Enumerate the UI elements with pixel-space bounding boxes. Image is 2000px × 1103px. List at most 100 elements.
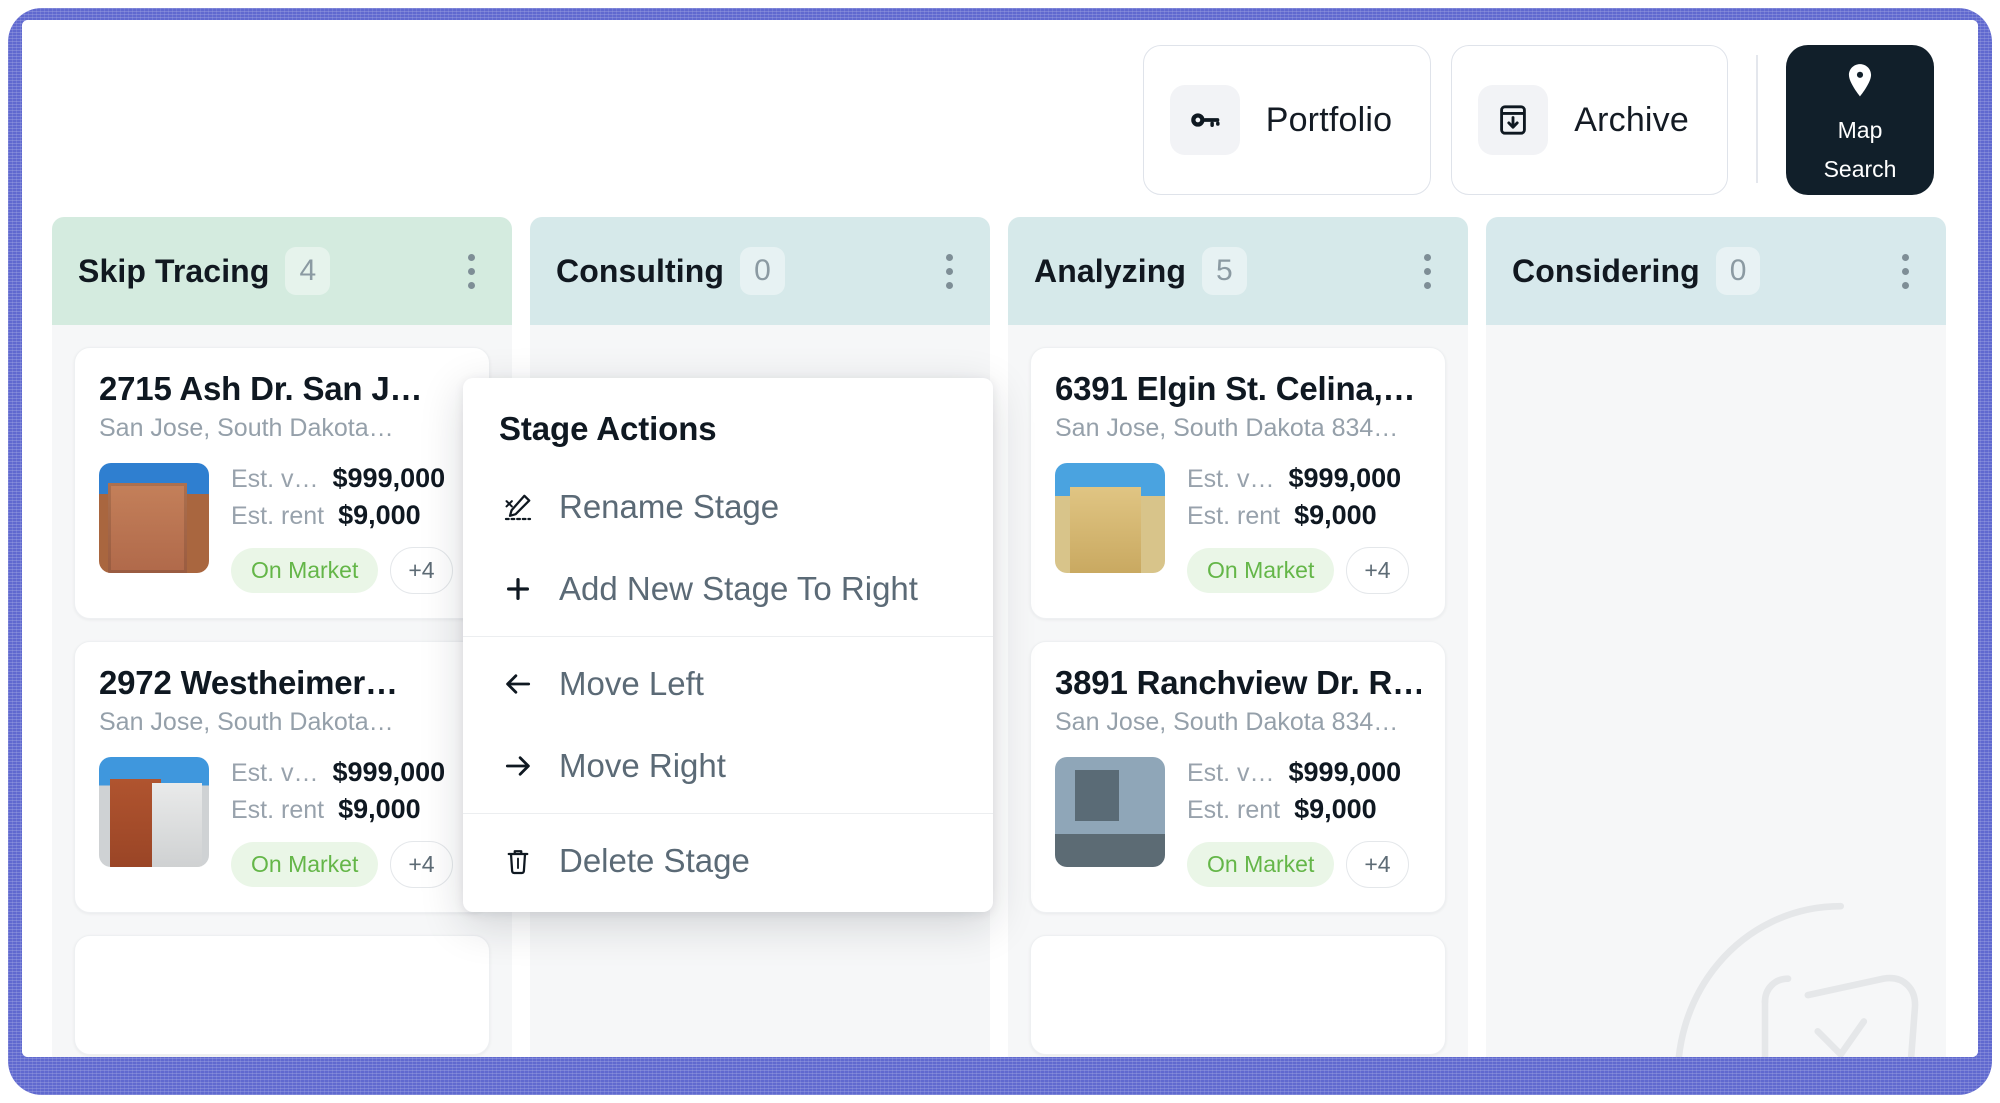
kanban-board: Skip Tracing 4 2715 Ash Dr. San J… San J… (22, 217, 1978, 1057)
property-card[interactable]: 2972 Westheimer… San Jose, South Dakota…… (74, 641, 490, 913)
est-value-label: Est. v… (231, 759, 319, 787)
est-value-label: Est. v… (231, 465, 319, 493)
est-rent: $9,000 (1294, 794, 1377, 824)
column-cards (1486, 325, 1946, 1057)
property-card[interactable]: 6391 Elgin St. Celina,… San Jose, South … (1030, 347, 1446, 619)
property-card-partial[interactable] (74, 935, 490, 1055)
est-rent-label: Est. rent (1187, 796, 1281, 824)
card-location: San Jose, South Dakota 834… (1055, 708, 1399, 736)
property-thumbnail (1055, 463, 1165, 573)
card-badges: On Market +4 (1187, 841, 1421, 888)
est-rent: $9,000 (338, 500, 421, 530)
archive-button[interactable]: Archive (1451, 45, 1728, 195)
menu-item-delete-stage[interactable]: Delete Stage (463, 820, 993, 902)
map-search-label-line2: Search (1823, 155, 1897, 182)
portfolio-label: Portfolio (1265, 100, 1393, 139)
board-column-considering: Considering 0 (1486, 217, 1946, 1057)
column-cards: 2715 Ash Dr. San J… San Jose, South Dako… (52, 325, 512, 1057)
arrow-left-icon (499, 668, 537, 700)
empty-state-watermark-icon (1675, 902, 1919, 1057)
top-toolbar: Portfolio Archive Map Search (22, 20, 1978, 217)
card-location: San Jose, South Dakota… (99, 414, 394, 442)
column-menu-icon[interactable] (1888, 249, 1922, 293)
more-badges-badge[interactable]: +4 (390, 841, 453, 888)
property-thumbnail (1055, 757, 1165, 867)
card-address: 6391 Elgin St. Celina,… (1055, 370, 1416, 407)
property-card[interactable]: 3891 Ranchview Dr. R… San Jose, South Da… (1030, 641, 1446, 913)
est-rent-row: Est. rent $9,000 (1187, 794, 1421, 825)
app-window: Portfolio Archive Map Search Skip Tracin… (22, 20, 1978, 1057)
status-badge: On Market (1187, 548, 1335, 593)
arrow-right-icon (499, 750, 537, 782)
menu-divider (463, 636, 993, 637)
est-value-row: Est. v… $999,000 (1187, 463, 1421, 494)
menu-item-move-left[interactable]: Move Left (463, 643, 993, 725)
est-rent-label: Est. rent (231, 502, 325, 530)
column-title: Consulting (556, 252, 725, 289)
card-badges: On Market +4 (231, 547, 465, 594)
card-address: 2715 Ash Dr. San J… (99, 370, 423, 407)
est-value-row: Est. v… $999,000 (1187, 757, 1421, 788)
column-menu-icon[interactable] (1410, 249, 1444, 293)
card-details: Est. v… $999,000 Est. rent $9,000 On Mar… (1187, 463, 1421, 594)
card-badges: On Market +4 (1187, 547, 1421, 594)
card-body: Est. v… $999,000 Est. rent $9,000 On Mar… (99, 757, 465, 888)
menu-item-label: Add New Stage To Right (559, 570, 918, 607)
card-address: 2972 Westheimer… (99, 664, 398, 701)
est-value: $999,000 (1288, 757, 1402, 787)
column-menu-icon[interactable] (932, 249, 966, 293)
toolbar-divider (1756, 55, 1758, 183)
menu-item-move-right[interactable]: Move Right (463, 725, 993, 807)
board-column-skip-tracing: Skip Tracing 4 2715 Ash Dr. San J… San J… (52, 217, 512, 1057)
stage-actions-menu: Stage Actions Rename Stage Add New Stage… (463, 378, 993, 912)
est-value-label: Est. v… (1187, 465, 1275, 493)
est-value: $999,000 (332, 757, 446, 787)
column-cards: 6391 Elgin St. Celina,… San Jose, South … (1008, 325, 1468, 1057)
archive-box-download-icon (1478, 85, 1549, 155)
card-details: Est. v… $999,000 Est. rent $9,000 On Mar… (231, 463, 465, 594)
est-value-row: Est. v… $999,000 (231, 757, 465, 788)
menu-item-label: Move Right (559, 747, 726, 784)
column-count-badge: 4 (285, 247, 331, 295)
menu-item-label: Move Left (559, 665, 704, 702)
more-badges-badge[interactable]: +4 (1346, 841, 1409, 888)
est-rent: $9,000 (338, 794, 421, 824)
menu-item-rename-stage[interactable]: Rename Stage (463, 466, 993, 548)
map-search-button[interactable]: Map Search (1786, 45, 1934, 195)
column-header: Skip Tracing 4 (52, 217, 512, 325)
est-value: $999,000 (332, 463, 446, 493)
property-thumbnail (99, 463, 209, 573)
card-location: San Jose, South Dakota… (99, 708, 394, 736)
stage-actions-title: Stage Actions (499, 410, 717, 447)
menu-divider (463, 813, 993, 814)
rename-pencil-icon (499, 491, 537, 523)
est-value: $999,000 (1288, 463, 1402, 493)
menu-item-add-new-stage-to-right[interactable]: Add New Stage To Right (463, 548, 993, 630)
app-frame: Portfolio Archive Map Search Skip Tracin… (8, 8, 1992, 1095)
card-details: Est. v… $999,000 Est. rent $9,000 On Mar… (231, 757, 465, 888)
est-rent-label: Est. rent (231, 796, 325, 824)
property-card[interactable]: 2715 Ash Dr. San J… San Jose, South Dako… (74, 347, 490, 619)
menu-item-label: Rename Stage (559, 488, 780, 525)
more-badges-badge[interactable]: +4 (390, 547, 453, 594)
column-menu-icon[interactable] (454, 249, 488, 293)
menu-item-label: Delete Stage (559, 842, 750, 879)
column-title: Skip Tracing (78, 252, 270, 289)
column-count-badge: 0 (1715, 247, 1761, 295)
status-badge: On Market (231, 842, 379, 887)
status-badge: On Market (231, 548, 379, 593)
portfolio-button[interactable]: Portfolio (1142, 45, 1432, 195)
column-count-badge: 5 (1202, 247, 1247, 295)
board-column-analyzing: Analyzing 5 6391 Elgin St. Celina,… San … (1008, 217, 1468, 1057)
property-thumbnail (99, 757, 209, 867)
plus-icon (499, 574, 537, 604)
column-title: Analyzing (1034, 252, 1187, 289)
column-header: Analyzing 5 (1008, 217, 1468, 325)
est-rent-row: Est. rent $9,000 (231, 500, 465, 531)
map-search-label-line1: Map (1837, 117, 1883, 144)
more-badges-badge[interactable]: +4 (1346, 547, 1409, 594)
property-card-partial[interactable] (1030, 935, 1446, 1055)
card-address: 3891 Ranchview Dr. R… (1055, 664, 1421, 701)
est-value-label: Est. v… (1187, 759, 1275, 787)
est-value-row: Est. v… $999,000 (231, 463, 465, 494)
